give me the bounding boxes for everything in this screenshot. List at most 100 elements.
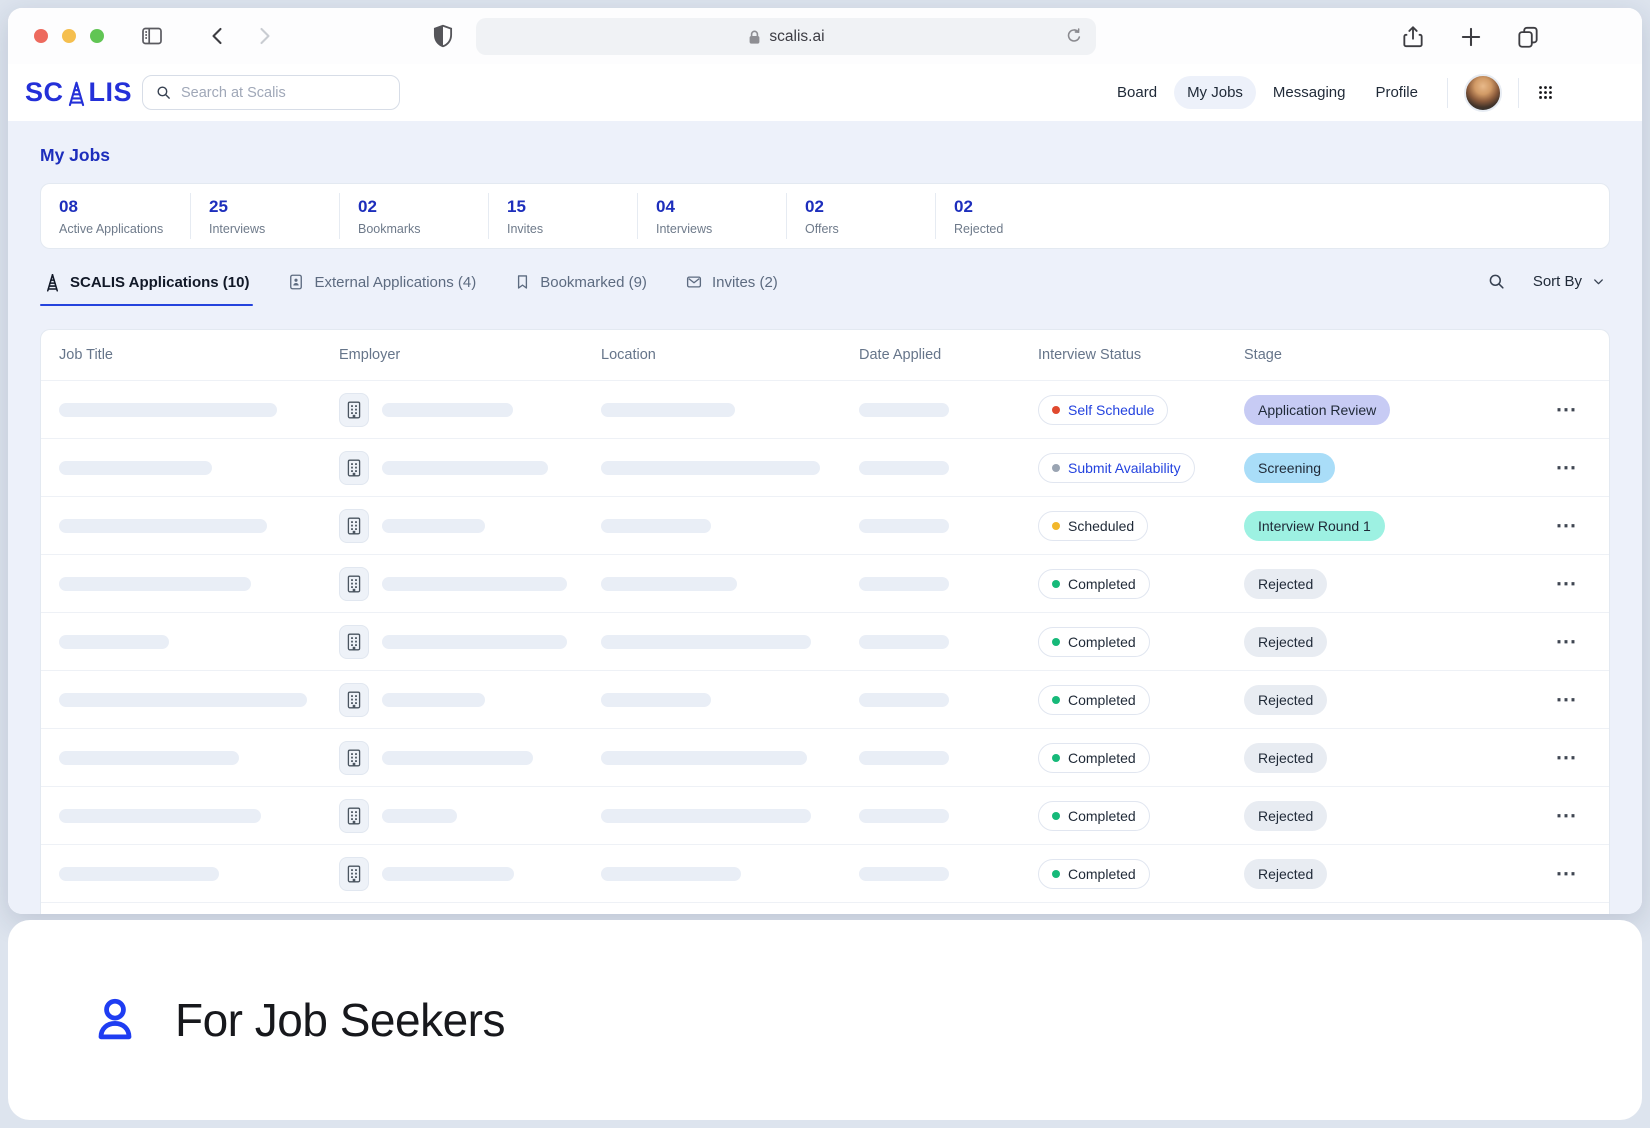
location-placeholder	[601, 867, 741, 881]
nav-profile[interactable]: Profile	[1362, 76, 1431, 109]
employer-placeholder	[382, 809, 457, 823]
interview-status-cell: Completed	[1038, 801, 1244, 831]
interview-status-badge[interactable]: Completed	[1038, 859, 1150, 889]
table-row[interactable]: CompletedRejected	[41, 670, 1609, 728]
stat-value: 15	[507, 197, 637, 217]
table-row[interactable]: CompletedRejected	[41, 612, 1609, 670]
row-menu-button[interactable]	[1549, 395, 1583, 425]
nav-board[interactable]: Board	[1104, 76, 1170, 109]
scalis-logo[interactable]: SC LIS	[25, 77, 132, 108]
apps-grid-icon[interactable]	[1537, 84, 1554, 101]
search-icon	[155, 84, 172, 101]
column-location: Location	[601, 347, 859, 363]
search-input[interactable]: Search at Scalis	[142, 75, 400, 110]
job-title-placeholder	[59, 577, 251, 591]
minimize-window-button[interactable]	[62, 29, 76, 43]
tab-external-applications[interactable]: External Applications (4)	[283, 270, 480, 305]
forward-icon[interactable]	[252, 24, 276, 48]
envelope-icon	[685, 273, 703, 291]
nav-my-jobs[interactable]: My Jobs	[1174, 76, 1256, 109]
table-row[interactable]: CompletedRejected	[41, 902, 1609, 914]
interview-status-cell: Submit Availability	[1038, 453, 1244, 483]
location-placeholder	[601, 461, 820, 475]
tab-bookmarked[interactable]: Bookmarked (9)	[510, 270, 651, 305]
employer-placeholder	[382, 577, 567, 591]
close-window-button[interactable]	[34, 29, 48, 43]
job-title-placeholder	[59, 635, 169, 649]
share-icon[interactable]	[1400, 24, 1426, 50]
tab-scalis-applications[interactable]: SCALIS Applications (10)	[40, 270, 253, 306]
building-icon	[339, 451, 369, 485]
table-row[interactable]: Submit AvailabilityScreening	[41, 438, 1609, 496]
interview-status-badge[interactable]: Completed	[1038, 743, 1150, 773]
row-menu-button[interactable]	[1549, 859, 1583, 889]
table-search-icon[interactable]	[1487, 272, 1506, 291]
user-avatar[interactable]	[1464, 74, 1502, 112]
table-row[interactable]: Self ScheduleApplication Review	[41, 380, 1609, 438]
location-placeholder	[601, 403, 735, 417]
tab-overview-icon[interactable]	[1515, 24, 1541, 50]
stat-label: Interviews	[209, 222, 339, 236]
ladder-icon	[44, 273, 61, 292]
interview-status-badge[interactable]: Self Schedule	[1038, 395, 1168, 425]
status-label: Self Schedule	[1068, 402, 1154, 418]
back-icon[interactable]	[206, 24, 230, 48]
row-menu-button[interactable]	[1549, 453, 1583, 483]
stats-card: 08 Active Applications 25 Interviews 02 …	[40, 183, 1610, 249]
row-menu-button[interactable]	[1549, 511, 1583, 541]
stage-cell: Rejected	[1244, 859, 1549, 889]
employer-cell	[339, 509, 601, 543]
interview-status-badge[interactable]: Completed	[1038, 627, 1150, 657]
top-navigation: Board My Jobs Messaging Profile	[1104, 64, 1554, 121]
row-menu-button[interactable]	[1549, 743, 1583, 773]
interview-status-cell: Self Schedule	[1038, 395, 1244, 425]
row-menu-button[interactable]	[1549, 627, 1583, 657]
applications-table: Job Title Employer Location Date Applied…	[40, 329, 1610, 914]
stat-rejected: 02 Rejected	[935, 193, 1084, 239]
row-menu-button[interactable]	[1549, 569, 1583, 599]
table-row[interactable]: ScheduledInterview Round 1	[41, 496, 1609, 554]
status-dot	[1052, 696, 1060, 704]
status-dot	[1052, 464, 1060, 472]
date-applied-placeholder	[859, 693, 949, 707]
interview-status-badge[interactable]: Scheduled	[1038, 511, 1148, 541]
interview-status-badge[interactable]: Completed	[1038, 801, 1150, 831]
building-icon	[339, 625, 369, 659]
location-placeholder	[601, 751, 807, 765]
interview-status-badge[interactable]: Completed	[1038, 569, 1150, 599]
job-title-placeholder	[59, 751, 239, 765]
zoom-window-button[interactable]	[90, 29, 104, 43]
table-row[interactable]: CompletedRejected	[41, 728, 1609, 786]
column-stage: Stage	[1244, 347, 1549, 363]
row-menu-button[interactable]	[1549, 685, 1583, 715]
stage-cell: Rejected	[1244, 569, 1549, 599]
sort-by-button[interactable]: Sort By	[1533, 273, 1606, 290]
table-row[interactable]: Completed Rejected	[41, 844, 1609, 902]
new-tab-icon[interactable]	[1458, 24, 1484, 50]
stat-label: Active Applications	[59, 222, 190, 236]
refresh-icon[interactable]	[1064, 26, 1084, 46]
sidebar-toggle-icon[interactable]	[140, 24, 164, 48]
table-row[interactable]: CompletedRejected	[41, 786, 1609, 844]
stat-interviews: 25 Interviews	[190, 193, 339, 239]
tab-invites[interactable]: Invites (2)	[681, 270, 782, 305]
row-menu-button[interactable]	[1549, 801, 1583, 831]
interview-status-badge[interactable]: Completed	[1038, 685, 1150, 715]
status-dot	[1052, 754, 1060, 762]
page-content: My Jobs 08 Active Applications 25 Interv…	[8, 121, 1642, 914]
column-employer: Employer	[339, 347, 601, 363]
employer-placeholder	[382, 635, 567, 649]
address-bar[interactable]: scalis.ai	[476, 18, 1096, 55]
tab-label: SCALIS Applications (10)	[70, 274, 249, 291]
nav-messaging[interactable]: Messaging	[1260, 76, 1359, 109]
stat-label: Bookmarks	[358, 222, 488, 236]
location-placeholder	[601, 577, 737, 591]
shield-icon[interactable]	[430, 23, 456, 49]
employer-placeholder	[382, 403, 513, 417]
stat-label: Offers	[805, 222, 935, 236]
stat-offers: 02 Offers	[786, 193, 935, 239]
status-label: Scheduled	[1068, 518, 1134, 534]
interview-status-badge[interactable]: Submit Availability	[1038, 453, 1195, 483]
table-row[interactable]: Completed Rejected	[41, 554, 1609, 612]
status-label: Submit Availability	[1068, 460, 1181, 476]
